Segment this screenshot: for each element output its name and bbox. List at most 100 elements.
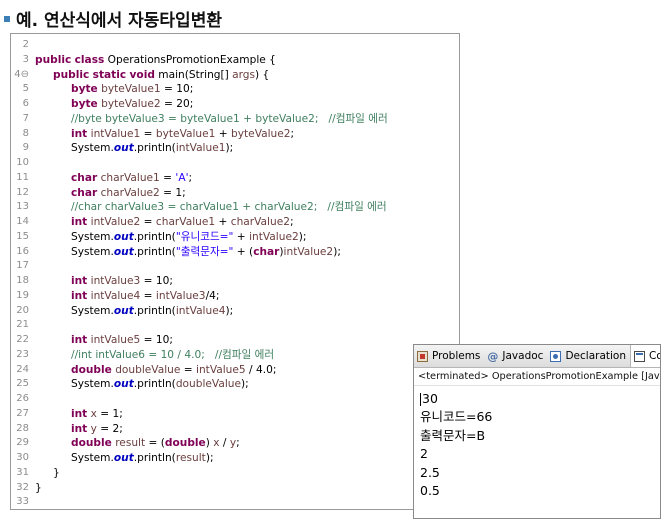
code-text: int intValue5 = 10; xyxy=(35,333,173,348)
line-number: 28 xyxy=(16,422,29,434)
code-token: out xyxy=(113,230,134,243)
code-token: //byte byteValue3 = byteValue1 + byteVal… xyxy=(71,112,388,125)
code-token: /4; xyxy=(205,289,220,302)
console-panel: Problems @ Javadoc Declaration Console <… xyxy=(413,344,661,519)
line-number: 11 xyxy=(16,171,29,183)
code-text: System.out.println(doubleValue); xyxy=(35,377,249,392)
code-text: System.out.println("유니코드=" + intValue2); xyxy=(35,230,306,245)
code-text: System.out.println(intValue4); xyxy=(35,304,233,319)
bullet-icon xyxy=(4,16,10,22)
code-text: char charValue2 = 1; xyxy=(35,186,186,201)
console-output[interactable]: 30 유니코드=66 출력문자=B 2 2.5 0.5 xyxy=(414,386,660,500)
code-token: int xyxy=(71,127,88,140)
tab-console[interactable]: Console xyxy=(630,345,660,367)
code-token: ); xyxy=(298,230,307,243)
code-token: / xyxy=(219,437,230,450)
line-number: 10 xyxy=(16,157,29,168)
code-token: .println( xyxy=(133,245,176,258)
line-number: 29 xyxy=(16,437,29,449)
code-token: out xyxy=(113,452,134,464)
code-token: .println( xyxy=(133,304,176,317)
line-number: 5 xyxy=(22,83,29,95)
code-token: int xyxy=(71,275,88,287)
code-token: System. xyxy=(71,245,114,258)
tab-javadoc[interactable]: @ Javadoc xyxy=(484,345,547,367)
code-token: result xyxy=(115,437,146,450)
code-text: double result = (double) x / y; xyxy=(35,436,240,451)
code-token: = xyxy=(180,363,197,376)
line-number: 6 xyxy=(22,98,29,109)
code-token: intValue2 xyxy=(249,230,299,243)
code-token: //int intValue6 = 10 / 4.0; //컴파일 에러 xyxy=(71,348,275,361)
code-token: = 10; xyxy=(140,334,173,346)
code-token: charValue1 xyxy=(100,171,160,184)
console-output-line: 2.5 xyxy=(420,464,660,482)
code-token: charValue1 xyxy=(155,216,216,228)
declaration-icon xyxy=(550,350,562,362)
line-number: 26 xyxy=(16,393,29,404)
console-output-text: 유니코드=66 xyxy=(420,409,493,425)
code-token: System. xyxy=(71,304,114,317)
code-token: } xyxy=(35,481,42,494)
code-text: int intValue2 = charValue1 + charValue2; xyxy=(35,215,294,230)
code-text: int x = 1; xyxy=(35,407,123,422)
code-token: result xyxy=(175,452,206,464)
tab-declaration[interactable]: Declaration xyxy=(547,345,630,367)
line-number: 4⊖ xyxy=(14,68,29,80)
line-number: 31 xyxy=(16,466,29,478)
code-token: byteValue2 xyxy=(101,98,161,110)
code-token: class xyxy=(74,53,105,66)
console-output-line: 유니코드=66 xyxy=(420,408,660,426)
line-number: 23 xyxy=(16,348,29,360)
line-number: 32 xyxy=(16,481,29,493)
code-text: System.out.println(result); xyxy=(35,451,214,466)
code-token: int xyxy=(71,289,88,302)
code-text: int intValue4 = intValue3/4; xyxy=(35,289,219,304)
code-token: charValue2 xyxy=(100,186,160,199)
code-token: byteValue1 xyxy=(101,83,161,96)
console-output-line: 2 xyxy=(420,445,660,463)
code-token: ; xyxy=(188,171,193,184)
code-token: = 10; xyxy=(160,83,194,96)
code-token: + ( xyxy=(233,245,254,258)
code-token: ); xyxy=(225,142,234,155)
tab-label: Problems xyxy=(432,350,481,362)
code-token: intValue2 xyxy=(283,245,334,258)
code-token: + xyxy=(233,230,250,243)
code-editor[interactable]: 2 3 public class OperationsPromotionExampl… xyxy=(10,33,460,510)
tab-label: Declaration xyxy=(565,350,626,362)
console-output-line: 출력문자=B xyxy=(420,427,660,445)
tab-label: Javadoc xyxy=(502,350,544,362)
code-token: public xyxy=(35,53,72,66)
code-token: = xyxy=(159,171,176,184)
code-token: ); xyxy=(205,452,214,464)
code-token: out xyxy=(113,245,134,258)
code-token: .println( xyxy=(133,452,176,464)
code-token: intValue3 xyxy=(90,275,141,287)
code-token: System. xyxy=(71,142,114,155)
code-token: int xyxy=(71,216,88,228)
tab-problems[interactable]: Problems xyxy=(414,345,484,367)
code-text: //byte byteValue3 = byteValue1 + byteVal… xyxy=(35,112,388,127)
code-token: OperationsPromotionExample { xyxy=(104,53,276,66)
code-token: + xyxy=(215,127,232,140)
code-token: char xyxy=(253,245,280,258)
code-text: char charValue1 = 'A'; xyxy=(35,171,192,186)
code-token: "출력문자=" xyxy=(175,245,234,258)
console-output-text: 0.5 xyxy=(420,482,440,498)
code-token: double xyxy=(71,437,112,450)
code-token: intValue2 xyxy=(90,216,141,228)
code-token: out xyxy=(113,378,134,391)
code-token: char xyxy=(71,171,98,184)
code-token: public xyxy=(53,68,90,81)
terminated-status: <terminated> OperationsPromotionExample … xyxy=(414,368,660,386)
code-token: = 20; xyxy=(160,98,194,110)
line-number: 16 xyxy=(16,245,29,257)
page-title-text: 예. 연산식에서 자동타입변환 xyxy=(16,10,222,31)
code-token: doubleValue xyxy=(115,363,181,376)
code-token: main(String[] xyxy=(154,68,233,81)
javadoc-icon: @ xyxy=(487,349,499,363)
code-text: public static void main(String[] args) { xyxy=(35,68,269,83)
code-token: System. xyxy=(71,378,114,391)
tab-label: Console xyxy=(649,350,660,362)
